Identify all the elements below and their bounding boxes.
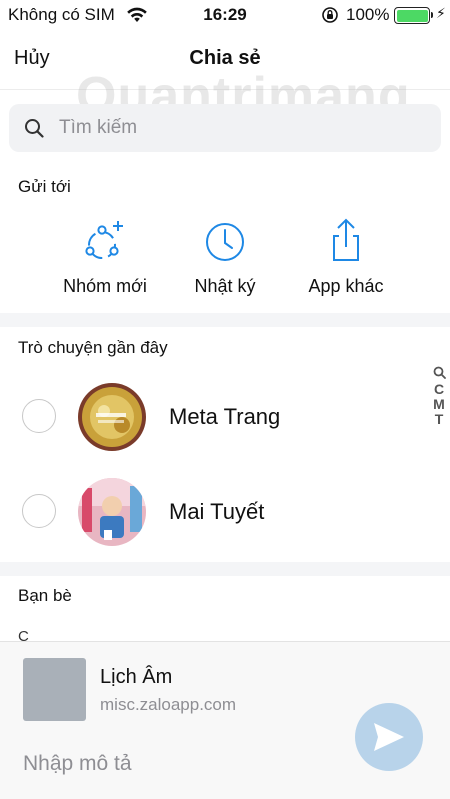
section-divider (0, 562, 450, 576)
search-icon (25, 119, 44, 138)
share-targets: Nhóm mới Nhật ký App khác (0, 218, 450, 308)
chat-row[interactable]: Meta Trang (0, 371, 430, 461)
clock-icon (206, 223, 244, 261)
select-radio[interactable] (22, 494, 56, 528)
contact-name: Mai Tuyết (169, 499, 265, 524)
timeline-button[interactable]: Nhật ký (155, 218, 295, 297)
orientation-lock-icon (322, 7, 338, 23)
chat-row[interactable]: Mai Tuyết (0, 466, 430, 556)
link-title: Lịch Âm (100, 666, 173, 688)
other-app-button[interactable]: App khác (276, 218, 416, 297)
timeline-label: Nhật ký (194, 276, 256, 296)
index-letter[interactable]: M (430, 397, 448, 412)
search-bar[interactable] (9, 104, 441, 152)
new-group-label: Nhóm mới (63, 276, 147, 296)
charging-bolt-icon: ⚡ (436, 5, 446, 21)
link-url: misc.zaloapp.com (100, 695, 237, 714)
send-to-title: Gửi tới (18, 177, 71, 196)
send-icon (374, 723, 404, 751)
index-letter[interactable]: C (430, 382, 448, 397)
page-title: Chia sẻ (189, 47, 261, 69)
nav-bar: Hủy Chia sẻ (0, 30, 450, 90)
link-thumbnail (23, 658, 86, 721)
other-app-label: App khác (308, 276, 384, 296)
avatar (78, 478, 146, 546)
search-input[interactable] (59, 104, 429, 152)
select-radio[interactable] (22, 399, 56, 433)
battery-percent: 100% (346, 5, 390, 24)
index-search-icon[interactable] (433, 366, 446, 379)
status-bar: Không có SIM 16:29 100% ⚡ (0, 0, 450, 30)
avatar (78, 383, 146, 451)
recent-chats-title: Trò chuyện gần đây (18, 338, 168, 357)
new-group-button[interactable]: Nhóm mới (35, 218, 175, 297)
new-group-icon (85, 221, 123, 259)
section-divider (0, 313, 450, 327)
friends-title: Bạn bè (18, 586, 72, 605)
contact-name: Meta Trang (169, 404, 281, 429)
alphabet-index[interactable]: C M T (430, 366, 448, 427)
index-letter[interactable]: T (430, 412, 448, 427)
battery-icon (394, 7, 430, 24)
share-icon (333, 218, 359, 261)
description-input[interactable] (23, 746, 343, 782)
send-button[interactable] (355, 703, 423, 771)
